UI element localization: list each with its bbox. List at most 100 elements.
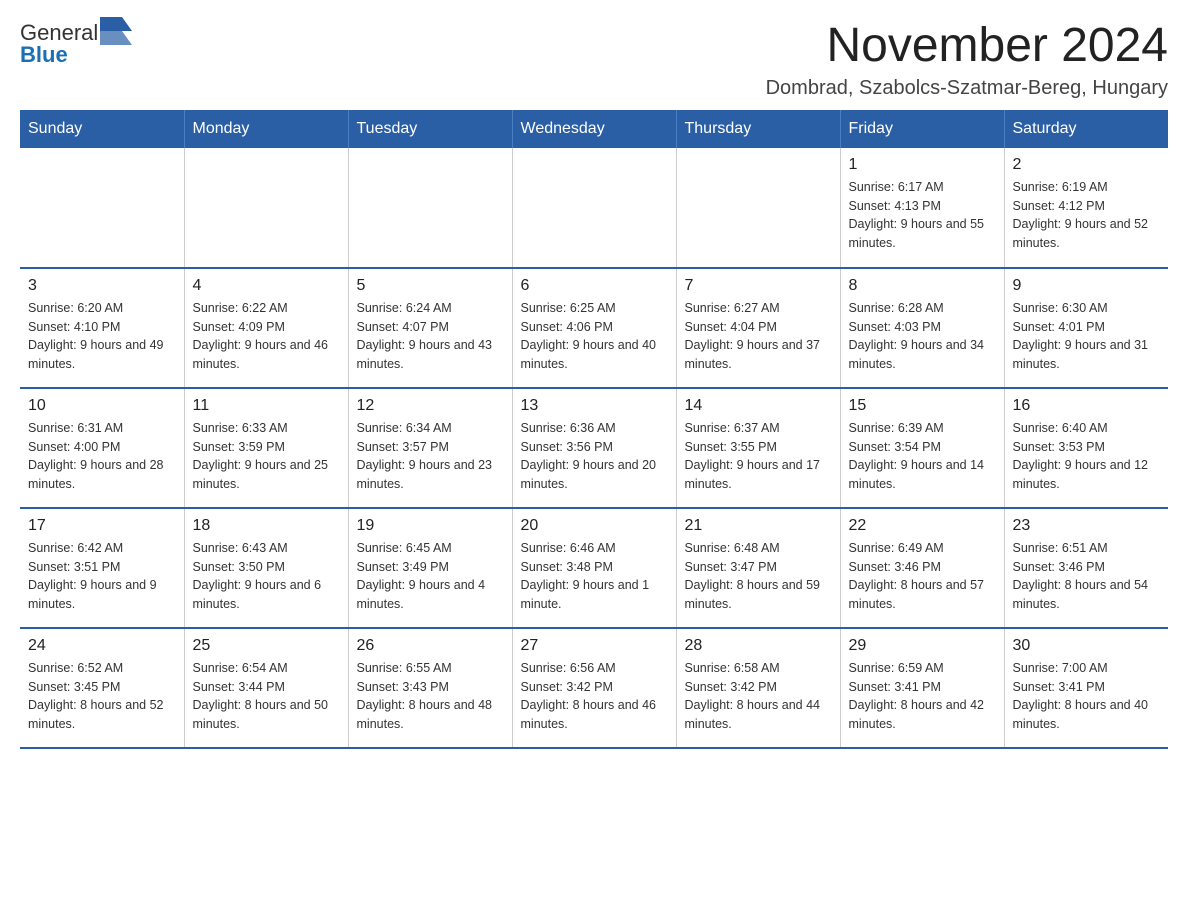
calendar-cell [512, 148, 676, 268]
calendar-cell: 21Sunrise: 6:48 AMSunset: 3:47 PMDayligh… [676, 508, 840, 628]
logo-blue-text: Blue [20, 42, 68, 68]
weekday-header-saturday: Saturday [1004, 110, 1168, 148]
day-number: 13 [521, 397, 668, 415]
calendar-cell: 3 Sunrise: 6:20 AMSunset: 4:10 PMDaylight… [20, 268, 184, 388]
day-number: 3 [28, 277, 176, 295]
calendar-cell: 27 Sunrise: 6:56 AMSunset: 3:42 PMDayligh… [512, 628, 676, 748]
logo: General Blue [20, 20, 132, 68]
day-number: 27 [521, 637, 668, 655]
calendar-cell: 8 Sunrise: 6:28 AMSunset: 4:03 PMDaylight… [840, 268, 1004, 388]
calendar-cell: 4 Sunrise: 6:22 AMSunset: 4:09 PMDaylight… [184, 268, 348, 388]
day-info: Sunrise: 6:59 AMSunset: 3:41 PMDaylight:… [849, 659, 996, 734]
day-info: Sunrise: 6:34 AMSunset: 3:57 PMDaylight:… [357, 419, 504, 494]
calendar-cell: 1Sunrise: 6:17 AMSunset: 4:13 PMDaylight… [840, 148, 1004, 268]
calendar-cell: 15 Sunrise: 6:39 AMSunset: 3:54 PMDayligh… [840, 388, 1004, 508]
day-info: Sunrise: 6:49 AMSunset: 3:46 PMDaylight:… [849, 539, 996, 614]
location-subtitle: Dombrad, Szabolcs-Szatmar-Bereg, Hungary [766, 77, 1168, 100]
calendar-cell: 5 Sunrise: 6:24 AMSunset: 4:07 PMDaylight… [348, 268, 512, 388]
calendar-cell: 11 Sunrise: 6:33 AMSunset: 3:59 PMDayligh… [184, 388, 348, 508]
title-area: November 2024 Dombrad, Szabolcs-Szatmar-… [766, 20, 1168, 100]
calendar-cell: 2Sunrise: 6:19 AMSunset: 4:12 PMDaylight… [1004, 148, 1168, 268]
calendar-week-row: 24Sunrise: 6:52 AMSunset: 3:45 PMDayligh… [20, 628, 1168, 748]
day-number: 8 [849, 277, 996, 295]
day-info: Sunrise: 6:33 AMSunset: 3:59 PMDaylight:… [193, 419, 340, 494]
day-info: Sunrise: 6:58 AMSunset: 3:42 PMDaylight:… [685, 659, 832, 734]
calendar-cell: 18 Sunrise: 6:43 AMSunset: 3:50 PMDayligh… [184, 508, 348, 628]
calendar-cell: 26 Sunrise: 6:55 AMSunset: 3:43 PMDayligh… [348, 628, 512, 748]
calendar-cell: 6 Sunrise: 6:25 AMSunset: 4:06 PMDaylight… [512, 268, 676, 388]
weekday-header-friday: Friday [840, 110, 1004, 148]
day-info: Sunrise: 6:39 AMSunset: 3:54 PMDaylight:… [849, 419, 996, 494]
calendar-cell: 13Sunrise: 6:36 AMSunset: 3:56 PMDayligh… [512, 388, 676, 508]
calendar-cell: 19 Sunrise: 6:45 AMSunset: 3:49 PMDayligh… [348, 508, 512, 628]
day-info: Sunrise: 6:52 AMSunset: 3:45 PMDaylight:… [28, 659, 176, 734]
day-info: Sunrise: 7:00 AMSunset: 3:41 PMDaylight:… [1013, 659, 1161, 734]
day-number: 16 [1013, 397, 1161, 415]
day-info: Sunrise: 6:22 AMSunset: 4:09 PMDaylight:… [193, 299, 340, 374]
calendar-header: SundayMondayTuesdayWednesdayThursdayFrid… [20, 110, 1168, 148]
day-info: Sunrise: 6:37 AMSunset: 3:55 PMDaylight:… [685, 419, 832, 494]
calendar-body: 1Sunrise: 6:17 AMSunset: 4:13 PMDaylight… [20, 148, 1168, 748]
weekday-header-monday: Monday [184, 110, 348, 148]
day-info: Sunrise: 6:24 AMSunset: 4:07 PMDaylight:… [357, 299, 504, 374]
calendar-cell [20, 148, 184, 268]
day-info: Sunrise: 6:45 AMSunset: 3:49 PMDaylight:… [357, 539, 504, 614]
day-number: 22 [849, 517, 996, 535]
day-info: Sunrise: 6:43 AMSunset: 3:50 PMDaylight:… [193, 539, 340, 614]
day-number: 19 [357, 517, 504, 535]
day-info: Sunrise: 6:20 AMSunset: 4:10 PMDaylight:… [28, 299, 176, 374]
day-number: 2 [1013, 156, 1161, 174]
day-number: 20 [521, 517, 668, 535]
calendar-cell: 30 Sunrise: 7:00 AMSunset: 3:41 PMDayligh… [1004, 628, 1168, 748]
calendar-table: SundayMondayTuesdayWednesdayThursdayFrid… [20, 110, 1168, 749]
day-number: 4 [193, 277, 340, 295]
day-number: 7 [685, 277, 832, 295]
day-number: 17 [28, 517, 176, 535]
day-number: 15 [849, 397, 996, 415]
calendar-cell: 22 Sunrise: 6:49 AMSunset: 3:46 PMDayligh… [840, 508, 1004, 628]
weekday-header-thursday: Thursday [676, 110, 840, 148]
day-number: 11 [193, 397, 340, 415]
day-info: Sunrise: 6:30 AMSunset: 4:01 PMDaylight:… [1013, 299, 1161, 374]
page-header: General Blue November 2024 Dombrad, Szab… [20, 20, 1168, 100]
calendar-cell: 29 Sunrise: 6:59 AMSunset: 3:41 PMDayligh… [840, 628, 1004, 748]
day-info: Sunrise: 6:31 AMSunset: 4:00 PMDaylight:… [28, 419, 176, 494]
calendar-week-row: 17 Sunrise: 6:42 AMSunset: 3:51 PMDayligh… [20, 508, 1168, 628]
day-info: Sunrise: 6:56 AMSunset: 3:42 PMDaylight:… [521, 659, 668, 734]
weekday-header-tuesday: Tuesday [348, 110, 512, 148]
day-number: 26 [357, 637, 504, 655]
day-info: Sunrise: 6:28 AMSunset: 4:03 PMDaylight:… [849, 299, 996, 374]
day-number: 6 [521, 277, 668, 295]
day-number: 29 [849, 637, 996, 655]
day-info: Sunrise: 6:48 AMSunset: 3:47 PMDaylight:… [685, 539, 832, 614]
calendar-cell [184, 148, 348, 268]
calendar-cell: 10Sunrise: 6:31 AMSunset: 4:00 PMDayligh… [20, 388, 184, 508]
day-info: Sunrise: 6:40 AMSunset: 3:53 PMDaylight:… [1013, 419, 1161, 494]
calendar-cell: 9 Sunrise: 6:30 AMSunset: 4:01 PMDaylight… [1004, 268, 1168, 388]
day-info: Sunrise: 6:42 AMSunset: 3:51 PMDaylight:… [28, 539, 176, 614]
day-number: 14 [685, 397, 832, 415]
weekday-header-sunday: Sunday [20, 110, 184, 148]
calendar-cell: 20 Sunrise: 6:46 AMSunset: 3:48 PMDayligh… [512, 508, 676, 628]
calendar-week-row: 10Sunrise: 6:31 AMSunset: 4:00 PMDayligh… [20, 388, 1168, 508]
day-number: 18 [193, 517, 340, 535]
day-number: 23 [1013, 517, 1161, 535]
month-year-title: November 2024 [766, 20, 1168, 73]
calendar-cell: 12Sunrise: 6:34 AMSunset: 3:57 PMDayligh… [348, 388, 512, 508]
day-number: 25 [193, 637, 340, 655]
day-info: Sunrise: 6:27 AMSunset: 4:04 PMDaylight:… [685, 299, 832, 374]
calendar-cell: 24Sunrise: 6:52 AMSunset: 3:45 PMDayligh… [20, 628, 184, 748]
calendar-cell: 14 Sunrise: 6:37 AMSunset: 3:55 PMDayligh… [676, 388, 840, 508]
day-number: 30 [1013, 637, 1161, 655]
day-number: 28 [685, 637, 832, 655]
day-number: 5 [357, 277, 504, 295]
day-info: Sunrise: 6:25 AMSunset: 4:06 PMDaylight:… [521, 299, 668, 374]
day-info: Sunrise: 6:46 AMSunset: 3:48 PMDaylight:… [521, 539, 668, 614]
day-info: Sunrise: 6:55 AMSunset: 3:43 PMDaylight:… [357, 659, 504, 734]
calendar-cell [348, 148, 512, 268]
day-number: 9 [1013, 277, 1161, 295]
weekday-header-wednesday: Wednesday [512, 110, 676, 148]
calendar-cell: 23Sunrise: 6:51 AMSunset: 3:46 PMDayligh… [1004, 508, 1168, 628]
calendar-week-row: 3 Sunrise: 6:20 AMSunset: 4:10 PMDaylight… [20, 268, 1168, 388]
calendar-cell: 28 Sunrise: 6:58 AMSunset: 3:42 PMDayligh… [676, 628, 840, 748]
